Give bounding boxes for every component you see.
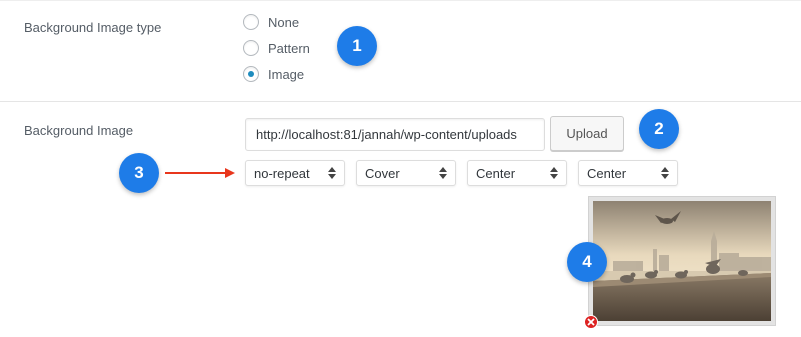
image-preview — [588, 196, 776, 326]
bg-image-label: Background Image — [24, 123, 134, 138]
image-url-value: http://localhost:81/jannah/wp-content/up… — [256, 127, 517, 142]
radio-option-image[interactable]: Image — [243, 65, 304, 83]
position-x-select-value: Center — [476, 165, 516, 181]
radio-pattern-label: Pattern — [268, 40, 310, 56]
repeat-select-value: no-repeat — [254, 165, 310, 181]
pointer-arrow-icon — [165, 168, 235, 178]
radio-none-icon[interactable] — [243, 14, 259, 30]
radio-image-label: Image — [268, 66, 305, 82]
size-select[interactable]: Cover — [356, 160, 456, 186]
london-pigeons-photo — [593, 201, 771, 321]
radio-pattern-icon[interactable] — [243, 40, 259, 56]
position-x-select[interactable]: Center — [467, 160, 567, 186]
size-select-value: Cover — [365, 165, 400, 181]
radio-option-pattern[interactable]: Pattern — [243, 39, 310, 57]
upload-button[interactable]: Upload — [550, 116, 624, 151]
bg-type-label: Background Image type — [24, 20, 162, 35]
section-divider — [0, 101, 801, 102]
up-down-arrow-icon — [550, 167, 558, 179]
radio-image-icon[interactable] — [243, 66, 259, 82]
step-badge-4: 4 — [567, 242, 607, 282]
close-icon — [587, 318, 595, 326]
up-down-arrow-icon — [661, 167, 669, 179]
radio-none-label: None — [268, 14, 300, 30]
step-badge-3: 3 — [119, 153, 159, 193]
radio-option-none[interactable]: None — [243, 13, 299, 31]
step-badge-2: 2 — [639, 109, 679, 149]
step-badge-1: 1 — [337, 26, 377, 66]
close-circle-icon[interactable] — [584, 315, 598, 329]
position-y-select[interactable]: Center — [578, 160, 678, 186]
up-down-arrow-icon — [328, 167, 336, 179]
up-down-arrow-icon — [439, 167, 447, 179]
repeat-select[interactable]: no-repeat — [245, 160, 345, 186]
position-y-select-value: Center — [587, 165, 627, 181]
top-divider — [0, 0, 801, 1]
image-url-input[interactable]: http://localhost:81/jannah/wp-content/up… — [245, 118, 545, 151]
